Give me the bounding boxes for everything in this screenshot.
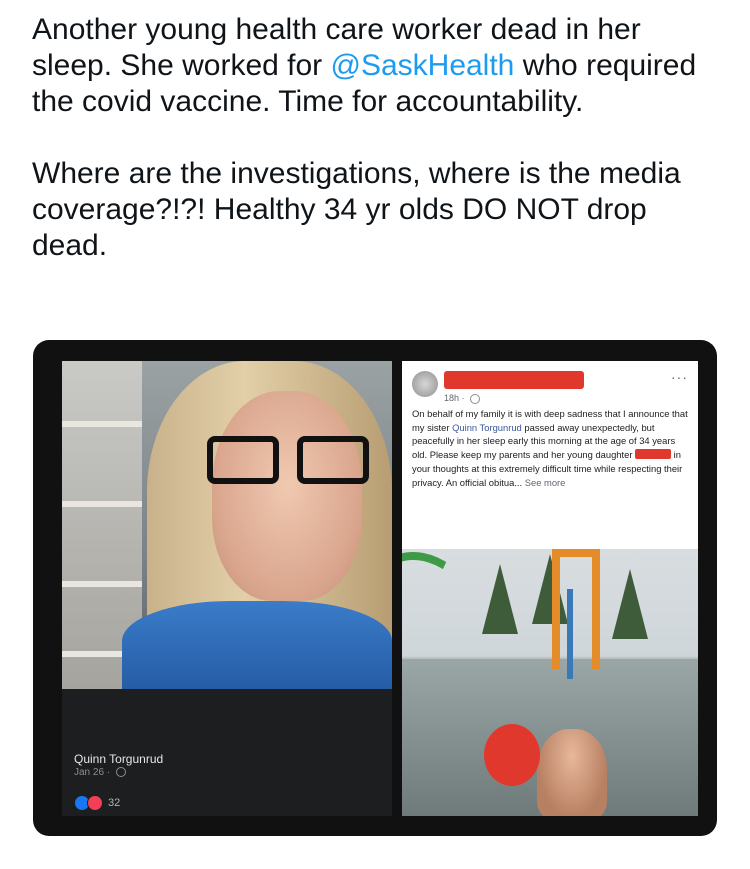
love-reaction-icon [87, 795, 103, 811]
reaction-count: 32 [108, 797, 121, 809]
redacted-name-inline [635, 449, 672, 460]
redacted-name [444, 371, 584, 389]
name-link: Quinn Torgunrud [452, 421, 522, 433]
facebook-profile-screenshot: Quinn Torgunrud Jan 26 · 32 [62, 361, 392, 816]
more-options-icon: ··· [671, 369, 688, 385]
mention-link[interactable]: @SaskHealth [331, 49, 515, 82]
globe-icon [115, 767, 126, 778]
globe-icon [470, 393, 481, 404]
post-body: On behalf of my family it is with deep s… [412, 408, 688, 488]
face [212, 391, 362, 601]
woman-photo [537, 729, 607, 816]
post-time: 18h · [444, 393, 481, 404]
avatar [412, 371, 438, 397]
tweet-media[interactable]: Quinn Torgunrud Jan 26 · 32 ··· 18h · On… [33, 340, 717, 836]
redacted-child-face [484, 724, 540, 786]
profile-name[interactable]: Quinn Torgunrud [74, 752, 163, 766]
shirt [122, 601, 392, 689]
orange-crossbar [552, 549, 600, 557]
orange-pole [552, 549, 560, 669]
blue-pole [567, 589, 573, 679]
tree [532, 554, 568, 624]
orange-pole [592, 549, 600, 669]
reactions-bar[interactable]: 32 [74, 795, 120, 811]
tree [612, 569, 648, 639]
see-more-link: See more [524, 476, 566, 488]
splash-pad-photo [402, 549, 698, 816]
facebook-post-screenshot: ··· 18h · On behalf of my family it is w… [402, 361, 698, 816]
tweet-text: Another young health care worker dead in… [32, 12, 722, 264]
profile-photo [62, 361, 392, 689]
post-date: Jan 26 · [74, 767, 126, 778]
glasses [207, 436, 377, 486]
